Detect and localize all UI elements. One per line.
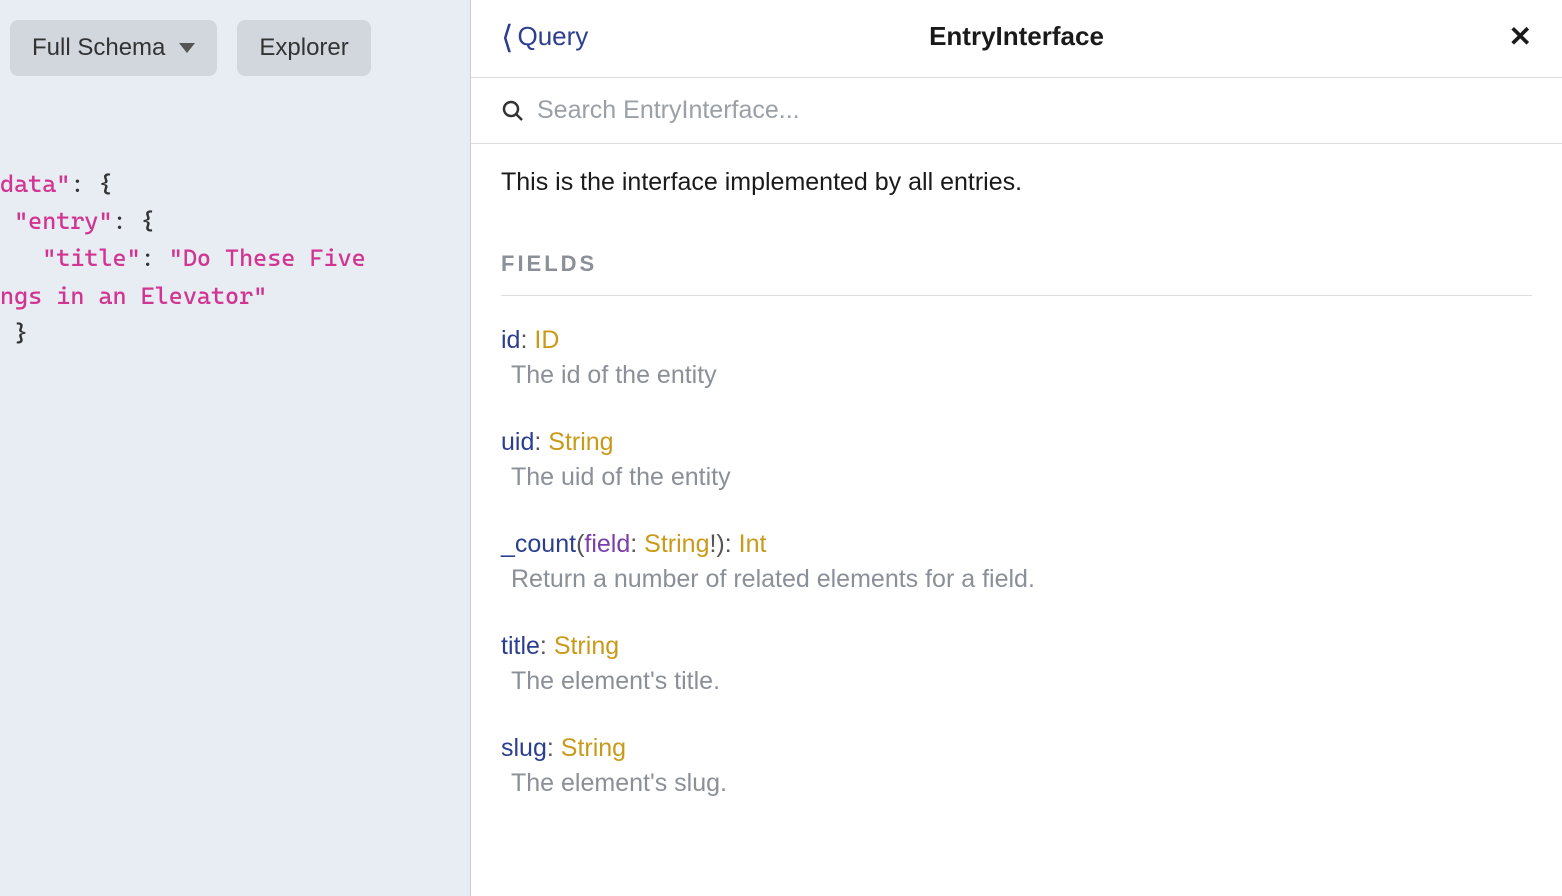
- doc-body: This is the interface implemented by all…: [471, 144, 1562, 860]
- back-link[interactable]: ⟨ Query: [501, 21, 588, 53]
- field-signature: id: ID: [501, 326, 1532, 355]
- close-icon: ✕: [1509, 21, 1532, 52]
- field-description: Return a number of related elements for …: [501, 565, 1532, 594]
- punct: !): [709, 530, 724, 558]
- search-row: [471, 78, 1562, 144]
- field-name-link[interactable]: title: [501, 632, 540, 660]
- field-name-link[interactable]: slug: [501, 734, 547, 762]
- punct: :: [534, 428, 548, 456]
- field-type-link[interactable]: Int: [739, 530, 767, 558]
- json-key: entry: [28, 207, 98, 235]
- json-key: title: [56, 244, 126, 272]
- field-type-link[interactable]: String: [561, 734, 626, 762]
- chevron-left-icon: ⟨: [501, 21, 513, 53]
- field-item: title: String The element's title.: [501, 632, 1532, 696]
- doc-description: This is the interface implemented by all…: [501, 168, 1532, 197]
- explorer-button[interactable]: Explorer: [237, 20, 370, 76]
- full-schema-dropdown[interactable]: Full Schema: [10, 20, 217, 76]
- docs-panel: ⟨ Query EntryInterface ✕ This is the int…: [470, 0, 1562, 896]
- field-name-link[interactable]: id: [501, 326, 520, 354]
- field-signature: uid: String: [501, 428, 1532, 457]
- full-schema-label: Full Schema: [32, 34, 165, 62]
- explorer-label: Explorer: [259, 34, 348, 62]
- field-signature: _count(field: String!): Int: [501, 530, 1532, 559]
- search-input[interactable]: [537, 96, 1532, 125]
- close-button[interactable]: ✕: [1509, 20, 1532, 53]
- field-type-link[interactable]: String: [554, 632, 619, 660]
- back-label: Query: [517, 21, 588, 52]
- json-result: data": { "entry": { "title": "Do These F…: [0, 166, 470, 352]
- doc-header: ⟨ Query EntryInterface ✕: [471, 0, 1562, 78]
- toolbar: Full Schema Explorer: [0, 20, 470, 76]
- results-panel: Full Schema Explorer data": { "entry": {…: [0, 0, 470, 896]
- json-key: data: [0, 170, 56, 198]
- field-signature: title: String: [501, 632, 1532, 661]
- chevron-down-icon: [179, 43, 195, 53]
- field-arg-name[interactable]: field: [584, 530, 630, 558]
- field-type-link[interactable]: ID: [534, 326, 559, 354]
- json-string: ngs in an Elevator": [0, 282, 267, 310]
- field-description: The uid of the entity: [501, 463, 1532, 492]
- punct: :: [520, 326, 534, 354]
- fields-list: id: ID The id of the entity uid: String The…: [501, 326, 1532, 798]
- fields-header: FIELDS: [501, 251, 1532, 296]
- field-type-link[interactable]: String: [548, 428, 613, 456]
- punct: :: [725, 530, 739, 558]
- field-description: The id of the entity: [501, 361, 1532, 390]
- field-description: The element's slug.: [501, 769, 1532, 798]
- field-arg-type-link[interactable]: String: [644, 530, 709, 558]
- punct: :: [630, 530, 644, 558]
- field-name-link[interactable]: _count: [501, 530, 576, 558]
- field-item: _count(field: String!): Int Return a numb…: [501, 530, 1532, 594]
- field-item: slug: String The element's slug.: [501, 734, 1532, 798]
- punct: :: [547, 734, 561, 762]
- doc-title: EntryInterface: [929, 21, 1104, 52]
- field-item: id: ID The id of the entity: [501, 326, 1532, 390]
- search-icon: [501, 99, 525, 123]
- field-signature: slug: String: [501, 734, 1532, 763]
- field-description: The element's title.: [501, 667, 1532, 696]
- json-string: "Do These Five: [169, 244, 366, 272]
- field-name-link[interactable]: uid: [501, 428, 534, 456]
- field-item: uid: String The uid of the entity: [501, 428, 1532, 492]
- punct: :: [540, 632, 554, 660]
